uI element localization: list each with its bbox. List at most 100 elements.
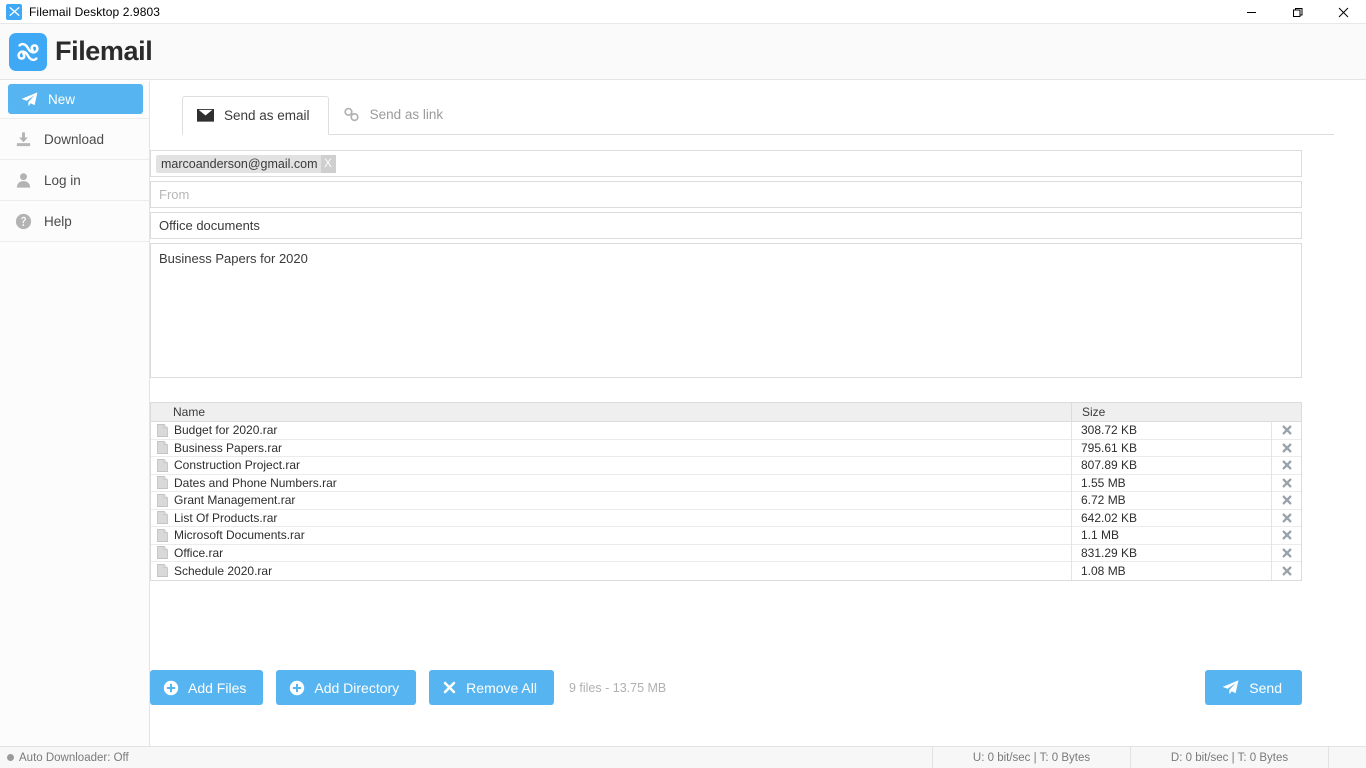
close-x-icon <box>442 680 457 695</box>
sidebar-item-login[interactable]: Log in <box>0 160 149 201</box>
document-icon <box>155 511 170 525</box>
message-value: Business Papers for 2020 <box>159 251 308 266</box>
tab-label: Send as email <box>224 108 310 123</box>
file-size-cell: 642.02 KB <box>1071 509 1271 527</box>
file-name: Construction Project.rar <box>174 458 301 473</box>
file-name: Microsoft Documents.rar <box>174 528 305 543</box>
document-icon <box>155 423 170 437</box>
filemail-logo-icon <box>9 32 47 71</box>
file-size-cell: 1.55 MB <box>1071 474 1271 492</box>
file-name: List Of Products.rar <box>174 510 278 525</box>
app-header: Filemail <box>0 24 1366 80</box>
document-icon <box>155 546 170 560</box>
tab-send-as-link[interactable]: Send as link <box>329 95 462 134</box>
plus-circle-icon <box>163 680 179 696</box>
file-name: Grant Management.rar <box>174 493 296 508</box>
send-button[interactable]: Send <box>1205 670 1302 705</box>
minimize-button[interactable] <box>1228 0 1274 24</box>
sidebar-item-help[interactable]: Help <box>0 201 149 242</box>
file-list-header: Name Size <box>151 402 1301 422</box>
paper-plane-icon <box>14 90 44 109</box>
sidebar-item-download[interactable]: Download <box>0 119 149 160</box>
recipient-chip[interactable]: marcoanderson@gmail.com X <box>156 154 336 173</box>
close-x-icon <box>1281 477 1293 489</box>
restore-button[interactable] <box>1274 0 1320 24</box>
file-size-cell: 6.72 MB <box>1071 491 1271 509</box>
file-name-cell: List Of Products.rar <box>151 511 1071 525</box>
brand-name: Filemail <box>55 36 153 66</box>
file-name-cell: Schedule 2020.rar <box>151 564 1071 578</box>
document-icon <box>155 493 170 507</box>
envelope-icon <box>197 109 214 122</box>
column-header-name: Name <box>173 405 206 419</box>
status-spare-cell <box>1328 746 1366 768</box>
plus-circle-icon <box>289 680 305 696</box>
table-row[interactable]: Office.rar 831.29 KB <box>151 544 1301 562</box>
remove-all-button[interactable]: Remove All <box>429 670 554 705</box>
table-row[interactable]: Microsoft Documents.rar 1.1 MB <box>151 526 1301 545</box>
remove-recipient-icon[interactable]: X <box>320 154 336 173</box>
sidebar-item-label: New <box>48 91 76 107</box>
remove-file-button[interactable] <box>1271 439 1301 457</box>
file-size-cell: 795.61 KB <box>1071 439 1271 457</box>
remove-file-button[interactable] <box>1271 474 1301 492</box>
tab-send-as-email[interactable]: Send as email <box>182 96 329 135</box>
add-files-button[interactable]: Add Files <box>150 670 264 705</box>
from-placeholder: From <box>159 187 190 202</box>
send-label: Send <box>1249 679 1282 696</box>
remove-all-label: Remove All <box>466 679 537 696</box>
document-icon <box>155 476 170 490</box>
sidebar-item-new[interactable]: New <box>8 84 143 114</box>
table-row[interactable]: Business Papers.rar 795.61 KB <box>151 439 1301 457</box>
remove-file-button[interactable] <box>1271 491 1301 509</box>
table-row[interactable]: Schedule 2020.rar 1.08 MB <box>151 562 1301 580</box>
file-list-table: Name Size Budget for 2020.rar 308.72 KB Bu… <box>150 402 1302 581</box>
document-icon <box>155 458 170 472</box>
tab-label: Send as link <box>369 107 444 122</box>
column-header-size: Size <box>1071 402 1271 422</box>
remove-file-button[interactable] <box>1271 421 1301 439</box>
remove-file-button[interactable] <box>1271 526 1301 544</box>
remove-file-button[interactable] <box>1271 509 1301 527</box>
window-controls <box>1228 0 1366 24</box>
sidebar-item-label: Download <box>44 131 105 147</box>
table-row[interactable]: Construction Project.rar 807.89 KB <box>151 456 1301 475</box>
remove-file-button[interactable] <box>1271 544 1301 562</box>
file-name-cell: Grant Management.rar <box>151 493 1071 507</box>
remove-file-button[interactable] <box>1271 456 1301 474</box>
recipients-input[interactable]: marcoanderson@gmail.com X <box>150 150 1302 177</box>
close-button[interactable] <box>1320 0 1366 24</box>
table-row[interactable]: Dates and Phone Numbers.rar 1.55 MB <box>151 474 1301 492</box>
file-name: Schedule 2020.rar <box>174 563 273 578</box>
action-bar: Add Files Add Directory Remove All 9 fil… <box>150 670 1302 705</box>
document-icon <box>155 564 170 578</box>
add-files-label: Add Files <box>188 679 247 696</box>
table-row[interactable]: Budget for 2020.rar 308.72 KB <box>151 421 1301 440</box>
file-size-cell: 831.29 KB <box>1071 544 1271 562</box>
file-name: Office.rar <box>174 545 224 560</box>
message-textarea[interactable]: Business Papers for 2020 <box>150 243 1302 378</box>
close-x-icon <box>1281 529 1293 541</box>
main-panel: Send as email Send as link marcoanderson… <box>150 81 1366 746</box>
close-x-icon <box>1281 565 1293 577</box>
remove-file-button[interactable] <box>1271 562 1301 580</box>
auto-downloader-status: Auto Downloader: Off <box>0 752 932 764</box>
file-name: Dates and Phone Numbers.rar <box>174 475 337 490</box>
user-icon <box>14 171 40 190</box>
file-name: Budget for 2020.rar <box>174 423 278 438</box>
subject-field[interactable]: Office documents <box>150 212 1302 239</box>
status-dot-icon <box>7 754 14 761</box>
file-name-cell: Microsoft Documents.rar <box>151 528 1071 542</box>
app-body: New Download Log in Help Send as email S… <box>0 81 1366 746</box>
table-row[interactable]: List Of Products.rar 642.02 KB <box>151 509 1301 527</box>
question-circle-icon <box>14 212 40 231</box>
close-x-icon <box>1281 512 1293 524</box>
file-list-body: Budget for 2020.rar 308.72 KB Business Pap… <box>151 421 1301 580</box>
status-bar: Auto Downloader: Off U: 0 bit/sec | T: 0… <box>0 746 1366 768</box>
add-directory-button[interactable]: Add Directory <box>276 670 417 705</box>
file-size-cell: 1.08 MB <box>1071 562 1271 580</box>
subject-value: Office documents <box>159 218 260 233</box>
from-field[interactable]: From <box>150 181 1302 208</box>
table-row[interactable]: Grant Management.rar 6.72 MB <box>151 491 1301 510</box>
close-x-icon <box>1281 424 1293 436</box>
